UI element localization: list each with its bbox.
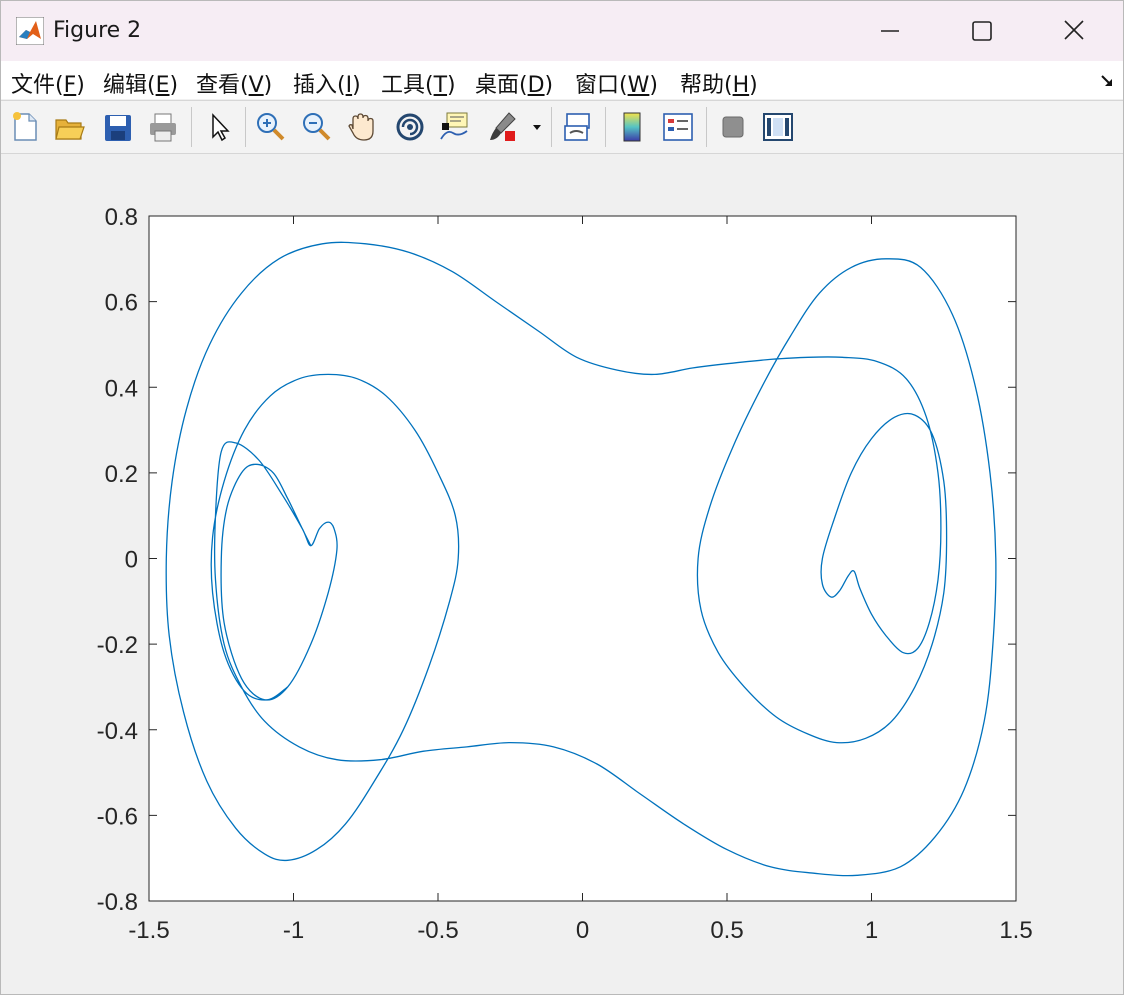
menu-tools-label: 工具( (381, 73, 434, 98)
zoom-in-icon[interactable] (253, 109, 287, 145)
x-tick-label: -0.5 (417, 917, 458, 944)
minimize-icon (881, 30, 899, 32)
new-figure-icon[interactable] (9, 109, 43, 145)
print-icon[interactable] (146, 109, 180, 145)
toolbar-separator (605, 107, 606, 147)
toolbar-separator (551, 107, 552, 147)
colorbar-icon[interactable] (615, 109, 649, 145)
brush-dropdown-icon[interactable] (529, 109, 545, 145)
menu-edit-label: 编辑( (103, 73, 156, 98)
x-tick-label: -1 (283, 917, 304, 944)
plot-svg: -1.5 -1 -0.5 0 0.5 1 1.5 -0.8 -0.6 -0.4 -0.2 0 0.2 0.… (97, 204, 1033, 944)
menu-bar: 文件(F) 编辑(E) 查看(V) 插入(I) 工具(T) 桌面(D) 窗口(W… (1, 61, 1123, 99)
x-tick-label: 1.5 (999, 917, 1032, 944)
menu-help-label: 帮助( (680, 73, 733, 98)
menu-help-suffix: ) (749, 73, 758, 98)
y-tick-label: -0.6 (97, 803, 138, 830)
y-tick-label: -0.2 (97, 632, 138, 659)
open-file-icon[interactable] (53, 109, 87, 145)
menu-help-accel: H (732, 73, 750, 98)
axes-background (149, 216, 1016, 901)
toolbar-separator (245, 107, 246, 147)
menu-insert[interactable]: 插入(I) (293, 67, 361, 99)
figure-toolbar (1, 100, 1123, 154)
menu-window-accel: W (627, 73, 650, 98)
y-tick-label: -0.4 (97, 718, 138, 745)
x-tick-label: 0 (576, 917, 589, 944)
menu-tools-suffix: ) (447, 73, 456, 98)
menu-desktop-accel: D (527, 73, 545, 98)
y-tick-label: 0.8 (105, 204, 138, 231)
menu-edit[interactable]: 编辑(E) (103, 67, 178, 99)
pan-hand-icon[interactable] (345, 109, 379, 145)
menu-view[interactable]: 查看(V) (196, 67, 272, 99)
x-tick-label: 0.5 (710, 917, 743, 944)
figure-canvas[interactable]: -1.5 -1 -0.5 0 0.5 1 1.5 -0.8 -0.6 -0.4 -0.2 0 0.2 0.… (1, 154, 1123, 994)
close-button[interactable] (1051, 9, 1097, 53)
legend-icon[interactable] (661, 109, 695, 145)
menu-tools-accel: T (433, 73, 448, 98)
x-tick-label: 1 (865, 917, 878, 944)
menu-desktop[interactable]: 桌面(D) (475, 67, 553, 99)
menu-view-label: 查看( (196, 73, 249, 98)
menu-file-accel: F (63, 73, 77, 98)
menu-view-suffix: ) (263, 73, 273, 98)
toolbar-separator (191, 107, 192, 147)
menu-edit-accel: E (155, 73, 170, 98)
maximize-icon (972, 21, 992, 41)
menu-edit-suffix: ) (169, 73, 179, 98)
minimize-button[interactable] (867, 9, 913, 53)
menu-file-label: 文件( (11, 73, 64, 98)
menu-desktop-label: 桌面( (475, 73, 528, 98)
y-tick-label: 0.4 (105, 375, 138, 402)
menu-tools[interactable]: 工具(T) (381, 67, 456, 99)
window-title: Figure 2 (53, 18, 142, 43)
data-cursor-icon[interactable] (437, 109, 471, 145)
x-tick-label: -1.5 (128, 917, 169, 944)
y-tick-label: 0.6 (105, 290, 138, 317)
toolbar-separator (706, 107, 707, 147)
menu-window[interactable]: 窗口(W) (575, 67, 658, 99)
dock-arrow-icon[interactable] (1099, 73, 1115, 89)
menu-file-suffix: ) (76, 73, 85, 98)
y-tick-label: -0.8 (97, 889, 138, 916)
brush-icon[interactable] (487, 109, 521, 145)
maximize-button[interactable] (959, 9, 1005, 53)
link-plot-icon[interactable] (561, 109, 595, 145)
hide-plot-tools-icon[interactable] (716, 109, 750, 145)
y-tick-label: 0.2 (105, 461, 138, 488)
select-pointer-icon[interactable] (203, 109, 237, 145)
save-icon[interactable] (101, 109, 135, 145)
y-tick-label: 0 (125, 547, 138, 574)
menu-window-suffix: ) (649, 73, 658, 98)
figure-window: Figure 2 文件(F) 编辑(E) 查看(V) 插入(I) 工具(T) 桌… (0, 0, 1124, 995)
menu-window-label: 窗口( (575, 73, 628, 98)
show-plot-tools-icon[interactable] (761, 109, 795, 145)
menu-help[interactable]: 帮助(H) (680, 67, 758, 99)
menu-insert-label: 插入( (293, 73, 346, 98)
close-icon (1064, 20, 1084, 40)
menu-file[interactable]: 文件(F) (11, 67, 85, 99)
menu-desktop-suffix: ) (544, 73, 554, 98)
menu-view-accel: V (248, 73, 264, 98)
zoom-out-icon[interactable] (299, 109, 333, 145)
menu-insert-suffix: ) (352, 73, 361, 98)
rotate-3d-icon[interactable] (393, 109, 427, 145)
title-bar[interactable]: Figure 2 (1, 1, 1123, 61)
matlab-icon (15, 16, 45, 46)
